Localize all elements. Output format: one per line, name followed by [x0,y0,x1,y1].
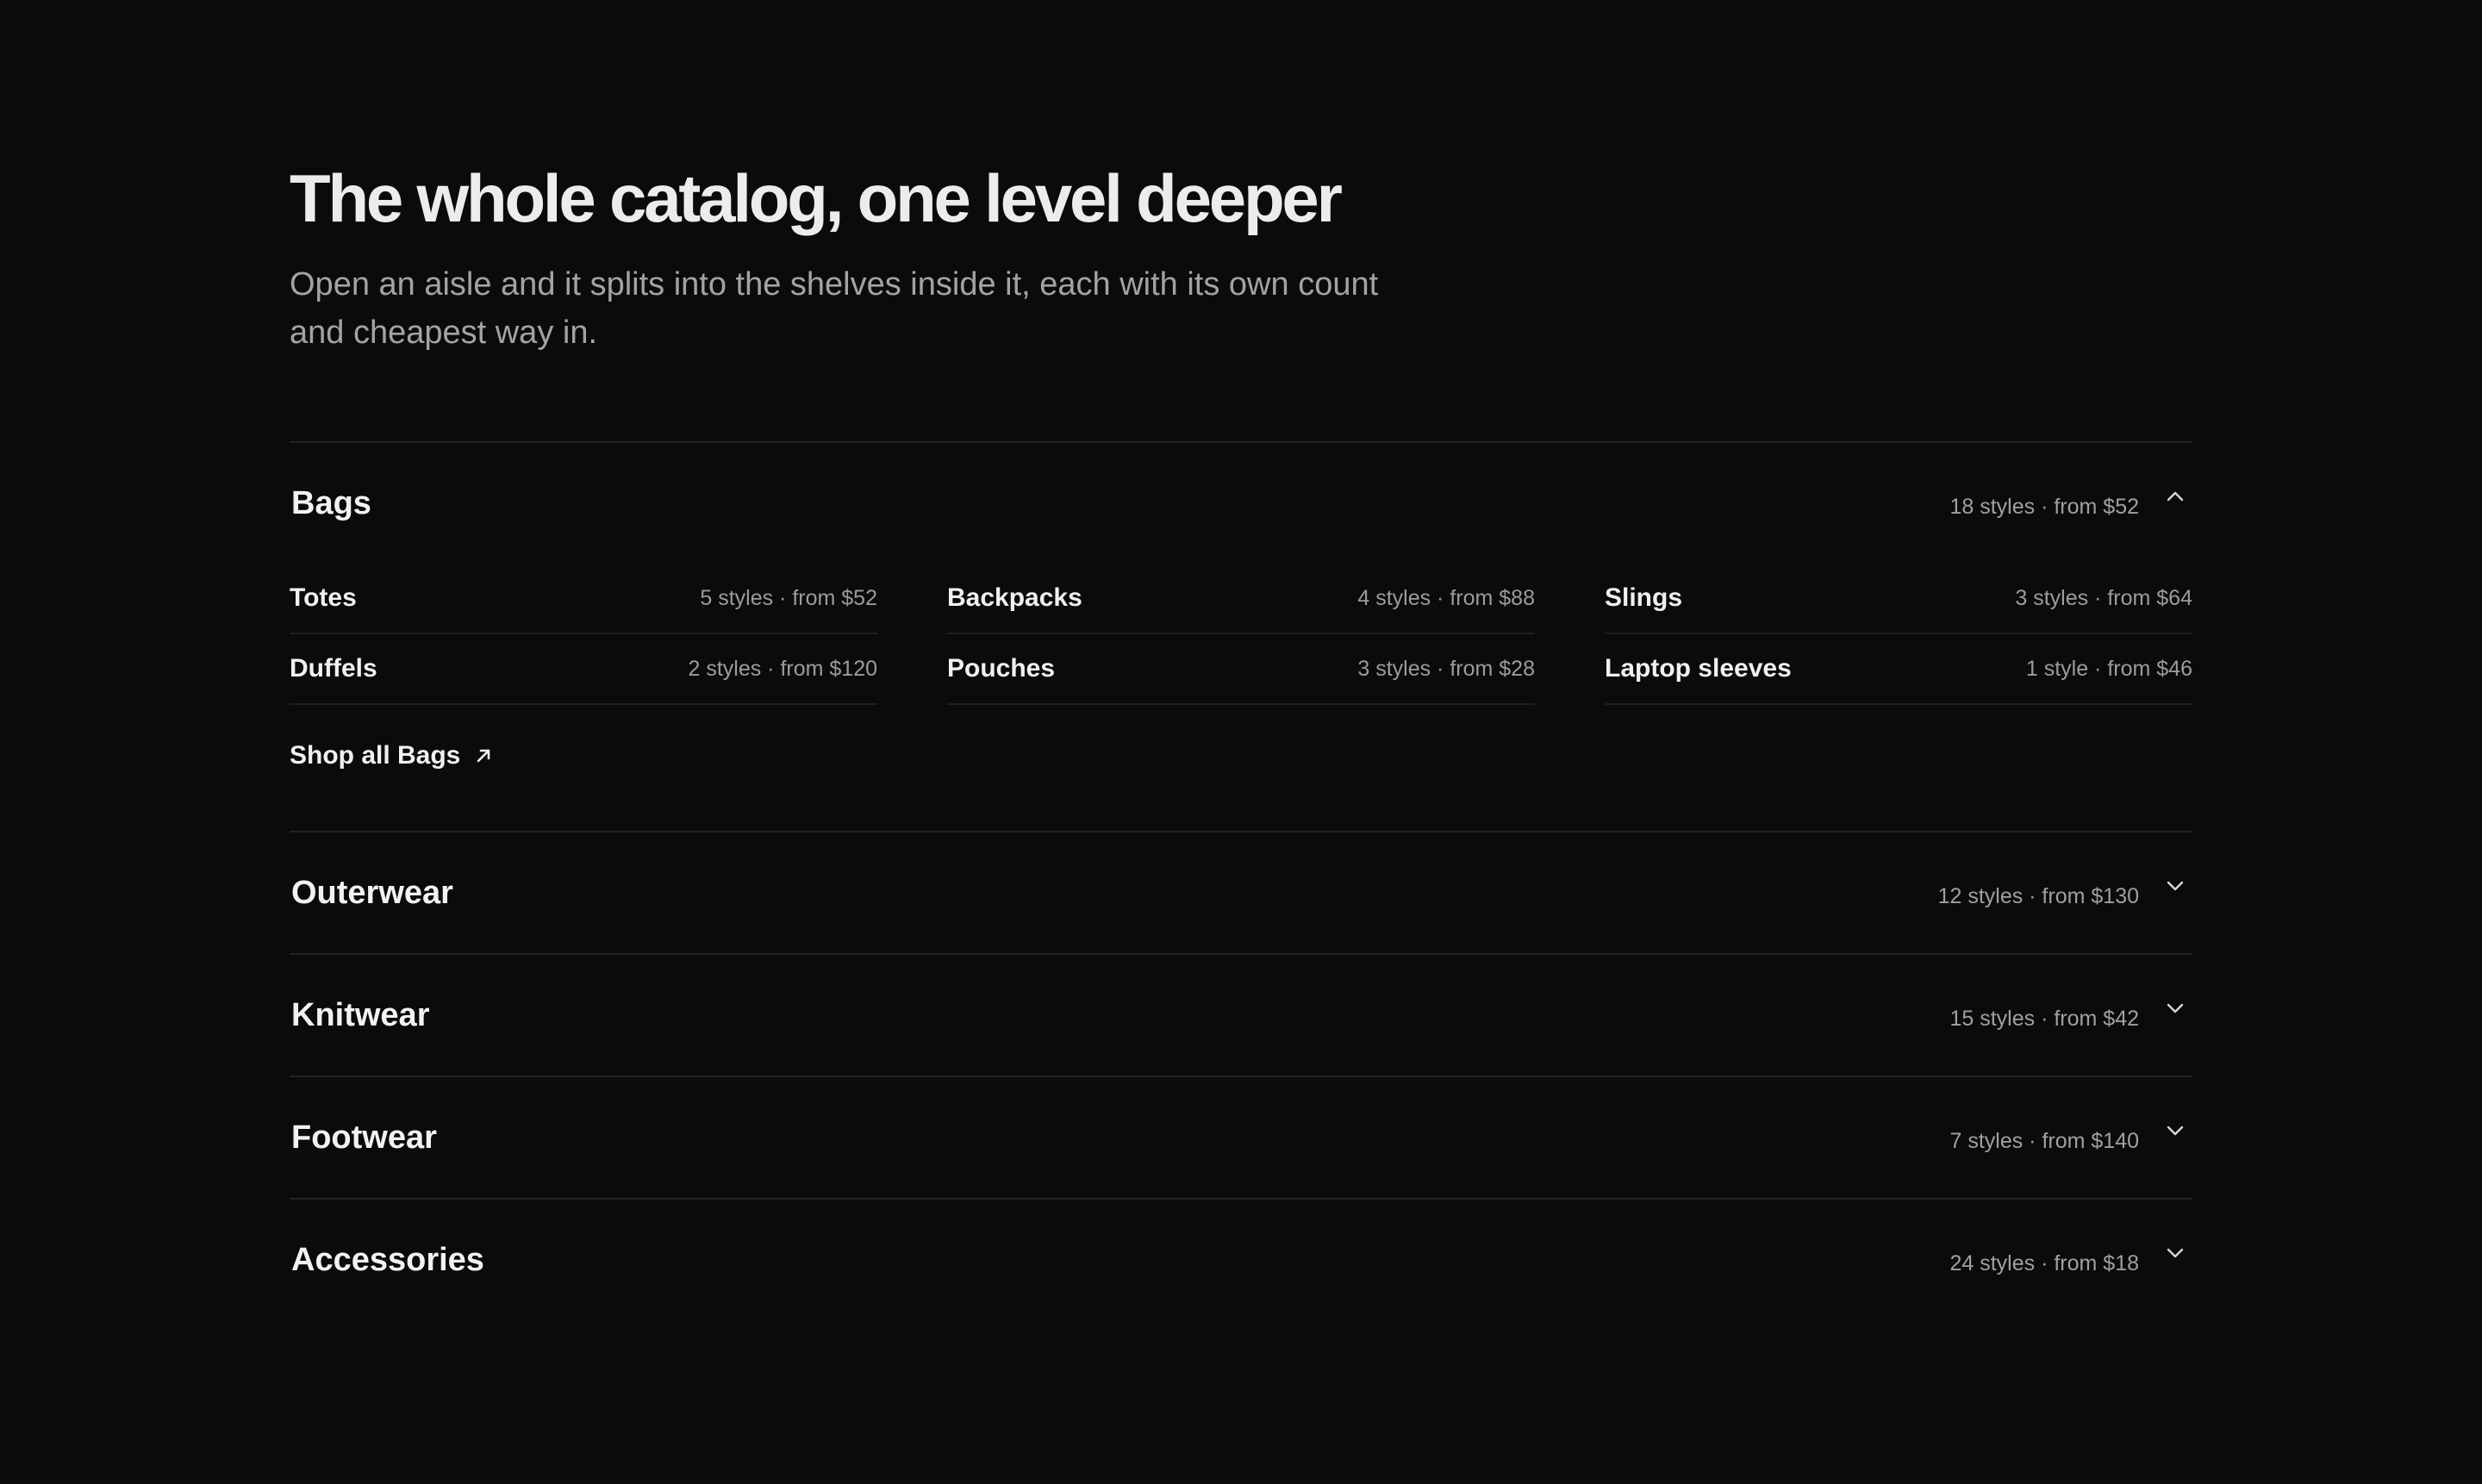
shelf-name: Laptop sleeves [1605,654,1792,683]
shelf-name: Backpacks [947,583,1082,612]
section-title: Outerwear [291,874,453,911]
accordion-header-accessories[interactable]: Accessories 24 styles · from $18 [290,1200,2192,1320]
section-meta: 18 styles · from $52 [1949,494,2139,519]
shelf-item-pouches[interactable]: Pouches 3 styles · from $28 [947,634,1535,705]
shop-all-bags-link[interactable]: Shop all Bags [290,741,495,770]
accordion-panel-bags: Totes 5 styles · from $52 Backpacks 4 st… [290,564,2192,831]
shelf-item-totes[interactable]: Totes 5 styles · from $52 [290,564,877,634]
shelf-name: Totes [290,583,357,612]
shelf-meta: 5 styles · from $52 [700,585,877,610]
section-meta: 7 styles · from $140 [1949,1128,2139,1153]
chevron-down-icon[interactable] [2158,1236,2192,1270]
shelf-name: Duffels [290,654,377,683]
shelf-meta: 3 styles · from $64 [2015,585,2192,610]
shelf-grid: Totes 5 styles · from $52 Backpacks 4 st… [290,564,2192,705]
section-summary: 15 styles · from $42 [1949,998,2192,1032]
shelf-item-laptop-sleeves[interactable]: Laptop sleeves 1 style · from $46 [1605,634,2192,705]
chevron-up-icon[interactable] [2158,479,2192,514]
accordion-section-footwear: Footwear 7 styles · from $140 [290,1076,2192,1198]
accordion-section-knitwear: Knitwear 15 styles · from $42 [290,953,2192,1076]
section-title: Knitwear [291,996,430,1033]
shelf-meta: 4 styles · from $88 [1357,585,1535,610]
shelf-meta: 2 styles · from $120 [688,656,877,681]
section-title: Accessories [291,1241,484,1278]
shelf-item-slings[interactable]: Slings 3 styles · from $64 [1605,564,2192,634]
shelf-item-duffels[interactable]: Duffels 2 styles · from $120 [290,634,877,705]
chevron-down-icon[interactable] [2158,1113,2192,1148]
section-summary: 12 styles · from $130 [1938,876,2192,910]
shelf-name: Pouches [947,654,1056,683]
section-meta: 12 styles · from $130 [1937,883,2139,908]
chevron-down-icon[interactable] [2158,991,2192,1026]
shelf-meta: 3 styles · from $28 [1357,656,1535,681]
accordion-section-bags: Bags 18 styles · from $52 Totes 5 styles… [290,441,2192,831]
shelf-item-backpacks[interactable]: Backpacks 4 styles · from $88 [947,564,1535,634]
page-title: The whole catalog, one level deeper [290,160,1343,236]
category-accordion: Bags 18 styles · from $52 Totes 5 styles… [290,441,2192,1320]
accordion-header-bags[interactable]: Bags 18 styles · from $52 [290,443,2192,564]
section-meta: 15 styles · from $42 [1949,1006,2139,1031]
shop-all-label: Shop all Bags [290,741,461,770]
shelf-meta: 1 style · from $46 [2025,656,2192,681]
chevron-down-icon[interactable] [2158,869,2192,903]
section-summary: 7 styles · from $140 [1949,1120,2192,1155]
section-summary: 24 styles · from $18 [1949,1243,2192,1277]
accordion-section-outerwear: Outerwear 12 styles · from $130 [290,831,2192,953]
accordion-section-accessories: Accessories 24 styles · from $18 [290,1198,2192,1320]
accordion-header-footwear[interactable]: Footwear 7 styles · from $140 [290,1077,2192,1198]
arrow-up-right-icon [472,745,495,767]
page-subtitle: Open an aisle and it splits into the she… [290,266,1379,351]
section-title: Footwear [291,1119,437,1156]
accordion-header-knitwear[interactable]: Knitwear 15 styles · from $42 [290,955,2192,1076]
section-title: Bags [291,484,371,521]
accordion-header-outerwear[interactable]: Outerwear 12 styles · from $130 [290,832,2192,953]
section-summary: 18 styles · from $52 [1949,486,2192,521]
shelf-name: Slings [1605,583,1683,612]
section-meta: 24 styles · from $18 [1949,1250,2139,1275]
